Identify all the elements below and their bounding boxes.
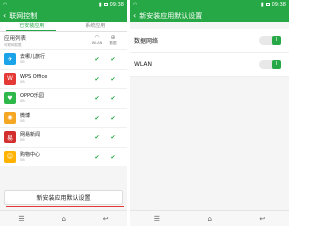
- back-arrow-icon[interactable]: ‹: [133, 11, 136, 20]
- wlan-check-icon[interactable]: ✔: [90, 115, 104, 122]
- app-row[interactable]: ◉ 微博 0B ✔ ✔: [0, 107, 127, 127]
- app-size: 0B: [20, 99, 25, 104]
- app-name: WPS Office: [20, 73, 48, 80]
- battery-icon: [265, 3, 270, 6]
- toggle-knob: I: [272, 36, 281, 45]
- data-check-icon[interactable]: ✔: [106, 76, 120, 83]
- navigation-bar: ☰ ⌂ ↩: [130, 210, 289, 226]
- app-bar: ‹ 新安装应用默认设置: [130, 9, 289, 22]
- app-row[interactable]: ☺ 购物中心 0B ✔ ✔: [0, 146, 127, 166]
- new-app-default-settings-screen: ◠ ▮ 09:38 ‹ 新安装应用默认设置 数据网络 I WLAN I ☰ ⌂ …: [130, 0, 289, 226]
- status-bar: ◠ ▮ 09:38: [0, 0, 127, 9]
- status-time: 09:38: [271, 1, 286, 8]
- status-bar: ◠ ▮ 09:38: [130, 0, 289, 9]
- app-bar: ‹ 联网控制: [0, 9, 127, 22]
- new-app-default-settings-button[interactable]: 新安装应用默认设置: [4, 190, 123, 205]
- signal-icon: ▮: [98, 1, 102, 8]
- app-size: 0B: [20, 60, 25, 65]
- app-row[interactable]: ♥ OPPO乐园 0B ✔ ✔: [0, 88, 127, 108]
- wlan-check-icon[interactable]: ✔: [90, 95, 104, 102]
- settings-list: 数据网络 I WLAN I: [130, 22, 289, 206]
- setting-label: WLAN: [134, 61, 153, 68]
- app-icon: ◉: [4, 111, 16, 124]
- app-icon: W: [4, 72, 16, 85]
- network-control-screen: ◠ ▮ 09:38 ‹ 联网控制 已安装应用 系统应用 应用列表 可联网权限 ◠…: [0, 0, 127, 226]
- app-icon: ✈: [4, 53, 16, 66]
- back-icon[interactable]: ↩: [259, 215, 265, 223]
- wifi-icon: ◠: [94, 34, 100, 41]
- signal-icon: ▮: [260, 1, 264, 8]
- data-check-icon[interactable]: ✔: [106, 134, 120, 141]
- setting-row-mobile-data[interactable]: 数据网络 I: [130, 29, 289, 53]
- wifi-icon: ◠: [3, 1, 8, 8]
- app-row[interactable]: W WPS Office 0B ✔ ✔: [0, 68, 127, 88]
- menu-icon[interactable]: ☰: [18, 215, 24, 223]
- status-time: 09:38: [109, 1, 124, 8]
- app-name: 购物中心: [20, 151, 41, 158]
- home-icon[interactable]: ⌂: [61, 215, 65, 223]
- app-icon: ♥: [4, 92, 16, 105]
- back-arrow-icon[interactable]: ‹: [3, 11, 6, 20]
- data-check-icon[interactable]: ✔: [106, 115, 120, 122]
- toggle-knob: I: [272, 60, 281, 69]
- active-tab-indicator: [6, 30, 56, 31]
- back-icon[interactable]: ↩: [103, 215, 109, 223]
- app-size: 0B: [20, 118, 25, 123]
- app-row[interactable]: ✈ 去哪儿旅行 0B ✔ ✔: [0, 49, 127, 69]
- app-list-header: 应用列表 可联网权限 ◠ WLAN ⊕ 数据: [0, 32, 127, 49]
- data-check-icon[interactable]: ✔: [106, 56, 120, 63]
- bottom-button-area: 新安装应用默认设置: [0, 188, 127, 208]
- list-subtitle: 可联网权限: [4, 43, 22, 47]
- navigation-bar: ☰ ⌂ ↩: [0, 210, 127, 226]
- wlan-toggle[interactable]: I: [259, 60, 281, 69]
- mobile-data-toggle[interactable]: I: [259, 36, 281, 45]
- home-icon[interactable]: ⌂: [207, 215, 211, 223]
- app-icon: ☺: [4, 150, 16, 163]
- wlan-check-icon[interactable]: ✔: [90, 134, 104, 141]
- app-name: 微博: [20, 112, 31, 119]
- app-size: 0B: [20, 157, 25, 162]
- tab-bar: 已安装应用 系统应用: [0, 22, 127, 32]
- list-title: 应用列表: [4, 36, 27, 42]
- battery-icon: [103, 3, 108, 6]
- app-icon: 易: [4, 131, 16, 144]
- setting-row-wlan[interactable]: WLAN I: [130, 53, 289, 77]
- app-size: 0B: [20, 138, 25, 143]
- wlan-check-icon[interactable]: ✔: [90, 76, 104, 83]
- setting-label: 数据网络: [134, 38, 159, 45]
- globe-icon: ⊕: [110, 34, 116, 41]
- wlan-check-icon[interactable]: ✔: [90, 56, 104, 63]
- data-check-icon[interactable]: ✔: [106, 95, 120, 102]
- tab-system-apps[interactable]: 系统应用: [64, 22, 128, 31]
- page-title: 新安装应用默认设置: [139, 11, 203, 20]
- wifi-icon: ◠: [133, 1, 138, 8]
- data-column-header: ⊕ 数据: [106, 34, 120, 46]
- app-list: ✈ 去哪儿旅行 0B ✔ ✔ W WPS Office 0B ✔ ✔ ♥ OPPO乐园 0B ✔ ✔ ◉ 微博 0…: [0, 49, 127, 166]
- menu-icon[interactable]: ☰: [154, 215, 160, 223]
- wlan-column-header: ◠ WLAN: [91, 34, 103, 45]
- page-title: 联网控制: [9, 11, 38, 20]
- data-check-icon[interactable]: ✔: [106, 154, 120, 161]
- app-row[interactable]: 易网易新闻 0B ✔ ✔: [0, 127, 127, 147]
- wlan-check-icon[interactable]: ✔: [90, 154, 104, 161]
- app-size: 0B: [20, 79, 25, 84]
- highlight-underline: [6, 206, 124, 207]
